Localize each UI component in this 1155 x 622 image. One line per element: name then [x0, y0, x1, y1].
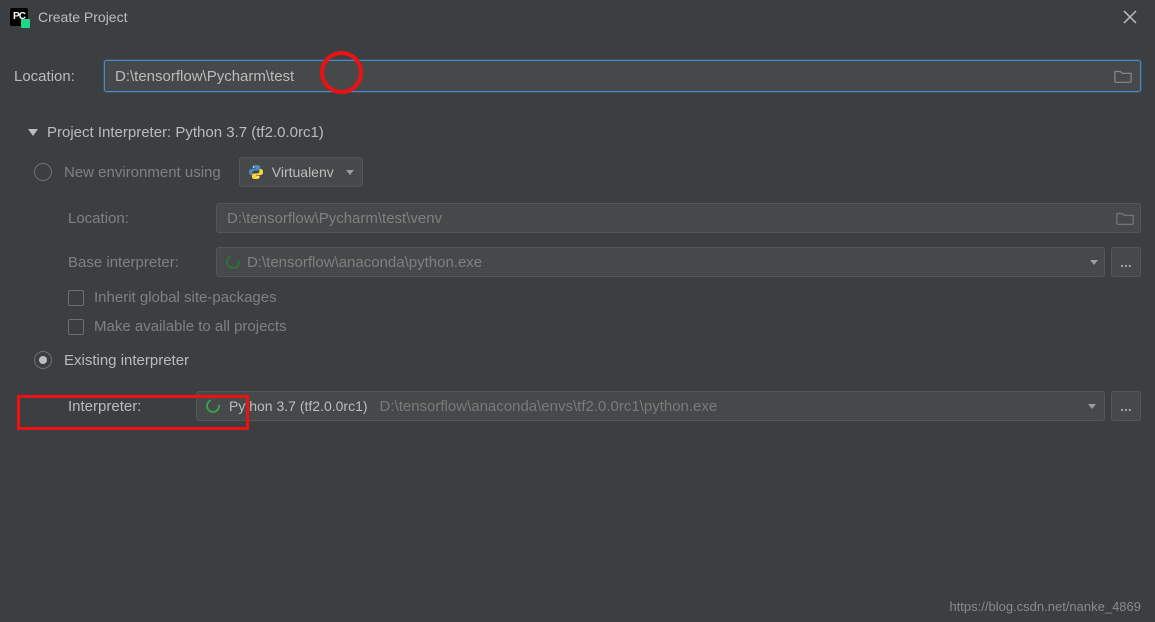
base-interpreter-row: Base interpreter: D:\tensorflow\anaconda… [68, 247, 1141, 277]
venv-location-input[interactable] [225, 209, 1116, 228]
chevron-down-icon [346, 170, 354, 175]
existing-interpreter-option[interactable]: Existing interpreter [34, 343, 1141, 377]
chevron-down-icon [1088, 404, 1096, 409]
base-interpreter-value: D:\tensorflow\anaconda\python.exe [247, 254, 482, 271]
interpreter-dropdown[interactable]: Python 3.7 (tf2.0.0rc1) D:\tensorflow\an… [196, 391, 1105, 421]
project-interpreter-section-header[interactable]: Project Interpreter: Python 3.7 (tf2.0.0… [28, 124, 1141, 141]
inherit-packages-label: Inherit global site-packages [94, 289, 277, 306]
close-icon [1123, 10, 1137, 24]
venv-location-field[interactable] [216, 203, 1141, 233]
app-icon-text: PC [13, 12, 25, 22]
project-location-field[interactable] [104, 60, 1141, 92]
pycharm-app-icon: PC [10, 8, 28, 26]
watermark-url: https://blog.csdn.net/nanke_4869 [949, 599, 1141, 614]
make-available-option[interactable]: Make available to all projects [68, 318, 1141, 335]
environment-type-value: Virtualenv [272, 164, 334, 180]
inherit-packages-checkbox[interactable] [68, 290, 84, 306]
base-interpreter-browse-button[interactable]: ... [1111, 247, 1141, 277]
ellipsis-label: ... [1120, 398, 1132, 414]
new-environment-radio[interactable] [34, 163, 52, 181]
section-title: Project Interpreter: Python 3.7 (tf2.0.0… [47, 124, 324, 141]
project-location-input[interactable] [113, 67, 1114, 86]
base-interpreter-dropdown[interactable]: D:\tensorflow\anaconda\python.exe [216, 247, 1105, 277]
browse-folder-icon[interactable] [1116, 210, 1134, 226]
interpreter-path: D:\tensorflow\anaconda\envs\tf2.0.0rc1\p… [380, 398, 718, 415]
interpreter-name: Python 3.7 (tf2.0.0rc1) [229, 398, 368, 414]
loading-ring-icon [225, 254, 241, 270]
browse-folder-icon[interactable] [1114, 68, 1132, 84]
venv-location-row: Location: [68, 203, 1141, 233]
window-titlebar: PC Create Project [0, 0, 1155, 34]
interpreter-row: Interpreter: Python 3.7 (tf2.0.0rc1) D:\… [34, 391, 1141, 421]
base-interpreter-label: Base interpreter: [68, 254, 216, 271]
new-environment-label: New environment using [64, 164, 221, 181]
interpreter-label: Interpreter: [68, 398, 196, 415]
window-title: Create Project [38, 9, 127, 25]
environment-type-dropdown[interactable]: Virtualenv [239, 157, 363, 187]
existing-interpreter-label: Existing interpreter [64, 352, 189, 369]
python-icon [248, 164, 264, 180]
make-available-checkbox[interactable] [68, 319, 84, 335]
project-location-label: Location: [14, 68, 104, 85]
loading-ring-icon [205, 398, 221, 414]
new-environment-option[interactable]: New environment using Virtualenv [34, 155, 1141, 189]
inherit-packages-option[interactable]: Inherit global site-packages [68, 289, 1141, 306]
window-close-button[interactable] [1115, 2, 1145, 32]
make-available-label: Make available to all projects [94, 318, 287, 335]
project-location-row: Location: [14, 60, 1141, 92]
ellipsis-label: ... [1120, 254, 1132, 270]
venv-location-label: Location: [68, 210, 216, 227]
chevron-down-icon [1090, 260, 1098, 265]
existing-interpreter-radio[interactable] [34, 351, 52, 369]
chevron-down-icon [28, 129, 38, 136]
interpreter-browse-button[interactable]: ... [1111, 391, 1141, 421]
